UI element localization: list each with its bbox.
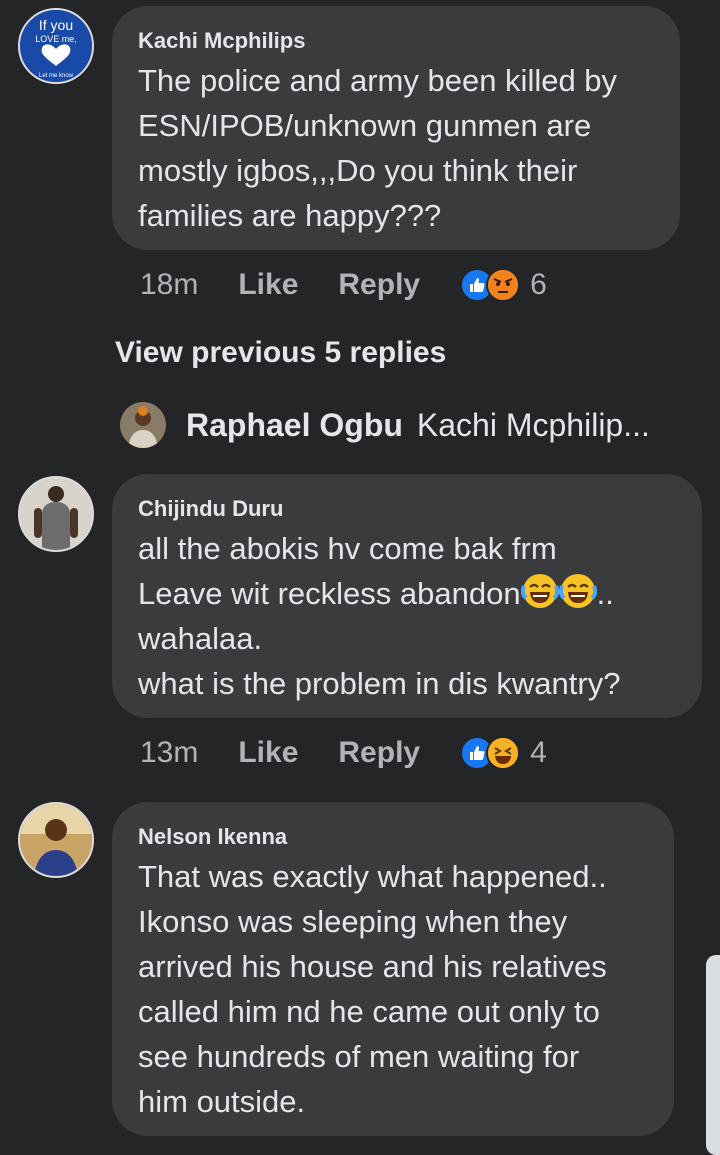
- latest-reply-preview[interactable]: Raphael Ogbu Kachi Mcphilip...: [120, 402, 650, 448]
- comment-line: him outside.: [138, 1084, 306, 1119]
- view-previous-replies-link[interactable]: View previous 5 replies: [115, 336, 446, 370]
- comment-text: That was exactly what happened.. Ikonso …: [138, 854, 648, 1124]
- avatar-text-1: If you: [39, 17, 73, 33]
- profile-picture: If you LOVE me, Let me know: [20, 10, 92, 82]
- comment-author[interactable]: Kachi Mcphilips: [138, 26, 654, 56]
- reply-button[interactable]: Reply: [338, 268, 420, 302]
- avatar[interactable]: [18, 802, 94, 878]
- comment-line-text: Leave wit reckless abandon: [138, 576, 521, 611]
- comment-author[interactable]: Nelson Ikenna: [138, 822, 648, 852]
- comment-line: see hundreds of men waiting for: [138, 1039, 580, 1074]
- comment-line: ESN/IPOB/unknown gunmen are: [138, 108, 592, 143]
- comment-line: Leave wit reckless abandon..: [138, 571, 676, 616]
- reaction-count[interactable]: 6: [530, 268, 547, 302]
- comment-text: all the abokis hv come bak frm Leave wit…: [138, 526, 676, 706]
- comment-line-suffix: ..: [596, 576, 614, 611]
- comment-actions: 18m Like Reply 6: [140, 268, 547, 302]
- reply-author[interactable]: Raphael Ogbu: [186, 407, 403, 444]
- comment-line: wahalaa.: [138, 621, 263, 656]
- comment-time[interactable]: 18m: [140, 268, 198, 302]
- comment-line: what is the problem in dis kwantry?: [138, 666, 621, 701]
- tears-of-joy-icon: [520, 574, 559, 608]
- comment-line: called him nd he came out only to: [138, 994, 600, 1029]
- haha-icon: [486, 736, 521, 770]
- profile-picture: [20, 804, 92, 876]
- avatar-text-3: Let me know: [39, 73, 74, 79]
- avatar[interactable]: [18, 476, 94, 552]
- comment-bubble: Kachi Mcphilips The police and army been…: [112, 6, 680, 250]
- like-button[interactable]: Like: [238, 268, 298, 302]
- angry-icon: [486, 268, 521, 302]
- reply-snippet: Kachi Mcphilip...: [416, 406, 650, 443]
- tears-of-joy-icon: [558, 574, 597, 608]
- comment-line: The police and army been killed by: [138, 63, 618, 98]
- comment-bubble: Chijindu Duru all the abokis hv come bak…: [112, 474, 702, 718]
- reaction-count[interactable]: 4: [530, 736, 547, 770]
- comment-bubble: Nelson Ikenna That was exactly what happ…: [112, 802, 674, 1136]
- comment-line: mostly igbos,,,Do you think their: [138, 153, 578, 188]
- reply-button[interactable]: Reply: [338, 736, 420, 770]
- comment-text: The police and army been killed by ESN/I…: [138, 58, 654, 238]
- comment-line: families are happy???: [138, 198, 442, 233]
- avatar[interactable]: [120, 402, 166, 448]
- profile-picture: [120, 402, 166, 448]
- comment-line: all the abokis hv come bak frm: [138, 531, 557, 566]
- avatar-text-2: LOVE me,: [35, 34, 77, 44]
- avatar[interactable]: If you LOVE me, Let me know: [18, 8, 94, 84]
- comment-actions: 13m Like Reply 4: [140, 736, 547, 770]
- comment-line: arrived his house and his relatives: [138, 949, 607, 984]
- profile-picture: [20, 478, 92, 550]
- comment-author[interactable]: Chijindu Duru: [138, 494, 676, 524]
- comment-time[interactable]: 13m: [140, 736, 198, 770]
- comment-line: That was exactly what happened..: [138, 859, 607, 894]
- reactions-summary[interactable]: [460, 736, 521, 770]
- like-button[interactable]: Like: [238, 736, 298, 770]
- scroll-handle[interactable]: [706, 955, 720, 1155]
- reactions-summary[interactable]: [460, 268, 521, 302]
- comment-line: Ikonso was sleeping when they: [138, 904, 568, 939]
